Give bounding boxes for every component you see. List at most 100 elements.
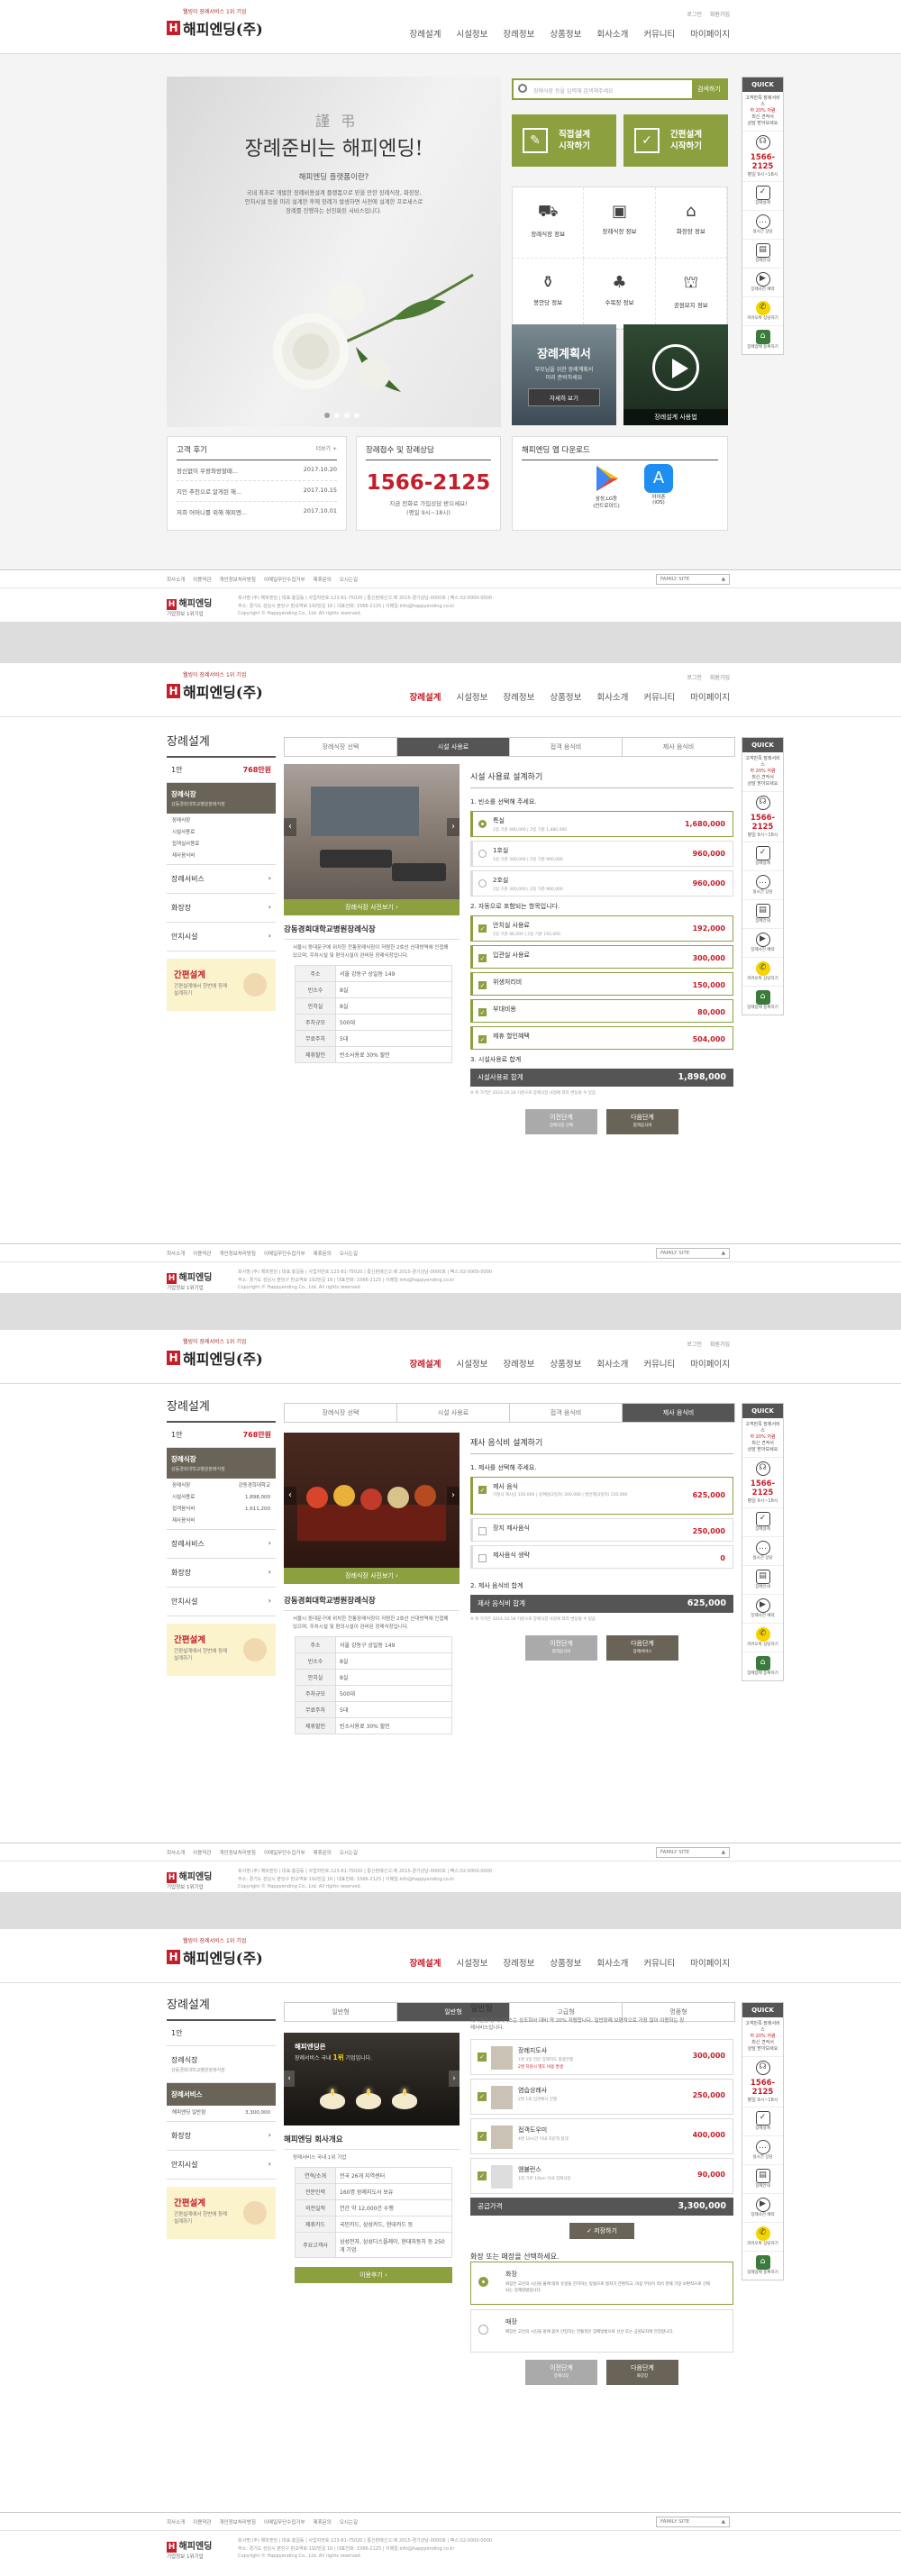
direct-design-button[interactable]: ✎ 직접설계 시작하기	[512, 114, 616, 167]
quick-design[interactable]: ✓ 장례설계	[742, 842, 783, 870]
footer-link[interactable]: 오시는길	[340, 2518, 358, 2526]
footer-link[interactable]: 회사소개	[167, 1849, 185, 1856]
info-charnel[interactable]: ⚱ 봉안당 정보	[513, 258, 585, 329]
gnb-mypage[interactable]: 마이페이지	[690, 1357, 730, 1370]
gnb-facility[interactable]: 시설정보	[456, 690, 487, 703]
quick-phone[interactable]: 1566-2125	[742, 1479, 783, 1497]
gnb-product[interactable]: 상품정보	[550, 1956, 581, 1969]
gnb-product[interactable]: 상품정보	[550, 27, 581, 40]
burial-option-cremation[interactable]: 화장 화장은 고인의 시신을 불에 태워 유골을 안치하는 방법으로 절차가 간편…	[470, 2262, 733, 2305]
gnb-info[interactable]: 장례정보	[503, 27, 534, 40]
step-tab[interactable]: 접객 음식비	[509, 1403, 623, 1423]
login-link[interactable]: 로그인	[687, 1340, 702, 1348]
footer-link[interactable]: 이메일무단수집거부	[264, 576, 305, 583]
quick-guide[interactable]: ▤ 장례안내	[742, 2164, 783, 2193]
side-item-crematorium[interactable]: 화장장 ›	[167, 894, 276, 923]
side-item-morgue[interactable]: 안치시설 ›	[167, 1588, 276, 1616]
review-more-link[interactable]: 더보기 +	[316, 444, 338, 455]
prev-photo-button[interactable]: ‹	[284, 818, 296, 836]
logo[interactable]: 웰빙이 장례서비스 1위 기업 H 해피엔딩(주)	[167, 1936, 263, 1968]
quick-register[interactable]: ⌂ 장례업체 등록하기	[742, 986, 783, 1015]
quick-reserve[interactable]: ▶ 장례사전 예약	[742, 1594, 783, 1623]
side-cat-hall[interactable]: 장례식장 강동경희대학교병원장례식장	[167, 2046, 276, 2083]
search-input[interactable]: 장례식장 등을 입력해 검색해주세요	[533, 86, 614, 95]
info-tree-burial[interactable]: ♣ 수목장 정보	[584, 258, 656, 329]
prev-step-button[interactable]: 이전단계 장례식장	[525, 2360, 597, 2385]
checkbox[interactable]: ✓	[478, 2132, 487, 2141]
checkbox[interactable]: ✓	[478, 2092, 487, 2101]
service-item[interactable]: ✓ 앰뷸런스 1회 기본 10km 이내 장례식장 90,000	[470, 2158, 733, 2194]
play-icon[interactable]	[652, 344, 699, 391]
service-item[interactable]: ✓ 염습상례사 2명 1회 입관예식 진행 250,000	[470, 2079, 733, 2115]
gnb-mypage[interactable]: 마이페이지	[690, 27, 730, 40]
radio[interactable]	[478, 2277, 488, 2287]
quick-design[interactable]: ✓ 장례설계	[742, 2107, 783, 2135]
app-store-button[interactable]: A 아이폰 (iOS)	[639, 464, 678, 505]
quick-guide[interactable]: ▤ 장례안내	[742, 899, 783, 928]
quick-guide[interactable]: ▤ 장례안내	[742, 239, 783, 268]
step-tab[interactable]: 시설 사용료	[396, 737, 510, 757]
footer-link[interactable]: 제휴문의	[314, 1250, 332, 1257]
footer-link[interactable]: 회사소개	[167, 576, 185, 583]
gnb-design[interactable]: 장례설계	[409, 27, 441, 40]
step-tab[interactable]: 장례식장 선택	[284, 1403, 397, 1423]
sub-item[interactable]: 장례식장 강동경희대학교	[172, 1480, 270, 1492]
logo[interactable]: 웰빙이 장례서비스 1위 기업 H 해피엔딩(주)	[167, 670, 263, 702]
family-site-select[interactable]: FAMILY SITE ▲	[656, 1248, 730, 1259]
simple-design-button[interactable]: ✓ 간편설계 시작하기	[623, 114, 728, 167]
quick-phone[interactable]: 1566-2125	[742, 2079, 783, 2097]
radio[interactable]	[478, 850, 487, 858]
footer-link[interactable]: 회사소개	[167, 1250, 185, 1257]
footer-link[interactable]: 이용약관	[193, 1250, 211, 1257]
step-tab[interactable]: 장례식장 선택	[284, 737, 397, 757]
gnb-mypage[interactable]: 마이페이지	[690, 1956, 730, 1969]
next-step-button[interactable]: 다음단계 화장장	[606, 2360, 678, 2385]
side-item-morgue[interactable]: 안치시설 ›	[167, 2151, 276, 2180]
simple-design-banner[interactable]: 간편설계 간편설계에서 한번에 장례 설계하기	[167, 1624, 276, 1676]
gnb-company[interactable]: 회사소개	[596, 1357, 628, 1370]
login-link[interactable]: 로그인	[687, 10, 702, 18]
gnb-community[interactable]: 커뮤니티	[643, 1956, 675, 1969]
gnb-info[interactable]: 장례정보	[503, 1357, 534, 1370]
plan-promo[interactable]: 장례계획서 부모님을 위한 장례계획서 미리 준비하세요 자세히 보기	[512, 324, 616, 425]
side-item-morgue[interactable]: 안치시설 ›	[167, 923, 276, 951]
quick-design[interactable]: ✓ 장례설계	[742, 181, 783, 210]
footer-link[interactable]: 이메일무단수집거부	[264, 1250, 305, 1257]
pager-dot[interactable]	[344, 413, 350, 418]
quick-register[interactable]: ⌂ 장례업체 등록하기	[742, 2251, 783, 2280]
sub-item[interactable]: 제사음식비	[172, 1516, 270, 1527]
review-button[interactable]: 이용후기 ›	[295, 2267, 452, 2283]
gnb-info[interactable]: 장례정보	[503, 690, 534, 703]
ritual-option[interactable]: 제사음식 생략 0	[470, 1545, 733, 1569]
info-cemetery[interactable]: ⛫ 공원묘지 정보	[655, 258, 727, 329]
search-button[interactable]: 검색하기	[692, 80, 726, 98]
side-item-crematorium[interactable]: 화장장 ›	[167, 2122, 276, 2151]
footer-link[interactable]: 이용약관	[193, 1849, 211, 1856]
quick-chat[interactable]: … 실시간 상담	[742, 2135, 783, 2164]
photo-view-button[interactable]: 장례식장 사진보기 ›	[284, 1568, 460, 1584]
info-funeral-hall[interactable]: ▣ 장례식장 정보	[584, 187, 656, 259]
side-item-service[interactable]: 장례서비스 ›	[167, 1530, 276, 1559]
step-tab[interactable]: 제사 음식비	[622, 1403, 735, 1423]
gnb-design[interactable]: 장례설계	[409, 690, 441, 703]
next-step-button[interactable]: 다음단계 장례서비스	[606, 1635, 678, 1661]
logo[interactable]: 웰빙이 장례서비스 1위 기업 H 해피엔딩(주)	[167, 1337, 263, 1369]
quick-chat[interactable]: … 실시간 상담	[742, 870, 783, 899]
gnb-design[interactable]: 장례설계	[409, 1357, 441, 1370]
gnb-design[interactable]: 장례설계	[409, 1956, 441, 1969]
quick-kakao[interactable]: ✆ 카카오톡 상담하기	[742, 1623, 783, 1652]
family-site-select[interactable]: FAMILY SITE ▲	[656, 574, 730, 585]
gnb-product[interactable]: 상품정보	[550, 690, 581, 703]
quick-reserve[interactable]: ▶ 장례사전 예약	[742, 268, 783, 296]
gnb-facility[interactable]: 시설정보	[456, 1956, 487, 1969]
quick-design[interactable]: ✓ 장례설계	[742, 1507, 783, 1536]
quick-phone[interactable]: 1566-2125	[742, 153, 783, 171]
join-link[interactable]: 회원가입	[710, 673, 730, 681]
footer-link[interactable]: 개인정보처리방침	[220, 1849, 256, 1856]
simple-design-banner[interactable]: 간편설계 간편설계에서 한번에 장례 설계하기	[167, 959, 276, 1011]
quick-register[interactable]: ⌂ 장례업체 등록하기	[742, 325, 783, 354]
product-tab[interactable]: 일반형	[284, 2002, 397, 2022]
side-cat-service[interactable]: 장례서비스	[167, 2083, 276, 2106]
next-photo-button[interactable]: ›	[447, 1487, 460, 1505]
sub-item[interactable]: 장례식장	[172, 815, 270, 827]
